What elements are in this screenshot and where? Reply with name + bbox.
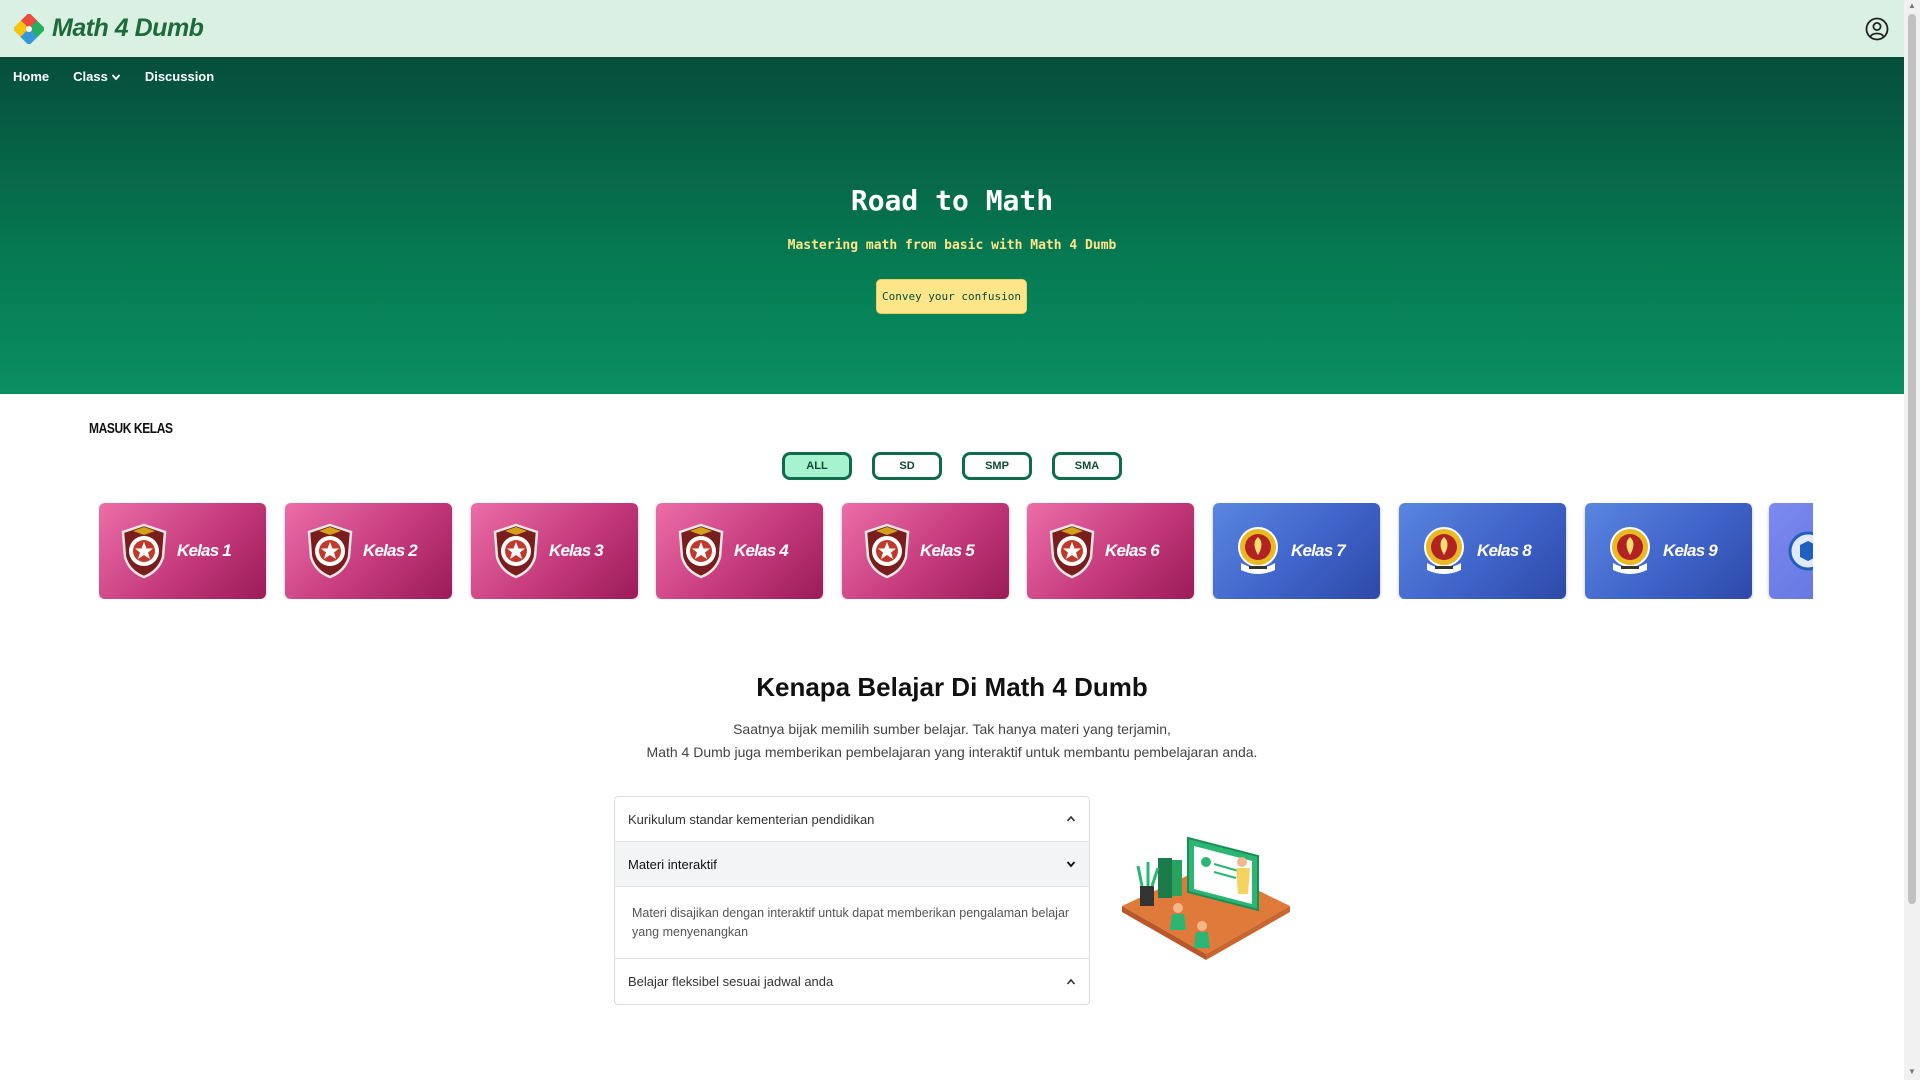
diamond-logo-icon [14,13,44,44]
sd-emblem-icon [864,523,910,579]
class-card-kelas-8[interactable]: Kelas 8 [1399,503,1566,599]
accordion-title: Belajar fleksibel sesuai jadwal anda [628,974,834,989]
accordion-item-materi-interaktif[interactable]: Materi interaktif [615,842,1089,887]
class-card-label: Kelas 3 [549,541,604,560]
nav-home[interactable]: Home [13,69,49,84]
nav-discussion[interactable]: Discussion [145,69,214,84]
chevron-up-icon [1066,978,1076,985]
class-card-label: Kelas 5 [920,541,975,560]
user-circle-icon[interactable] [1864,16,1890,42]
class-card-kelas-7[interactable]: Kelas 7 [1213,503,1380,599]
hero-title: Road to Math [850,184,1054,217]
nav-class[interactable]: Class [73,69,121,84]
top-bar: Math 4 Dumb [0,0,1904,57]
features-accordion: Kurikulum standar kementerian pendidikan… [614,796,1090,1005]
filter-sd-button[interactable]: SD [872,452,942,480]
class-card-label: Kelas 4 [734,541,789,560]
why-title: Kenapa Belajar Di Math 4 Dumb [756,672,1148,702]
accordion-title: Kurikulum standar kementerian pendidikan [628,811,875,827]
sd-emblem-icon [1049,523,1095,579]
class-card-kelas-1[interactable]: Kelas 1 [99,503,266,599]
class-card-kelas-5[interactable]: Kelas 5 [842,503,1009,599]
class-filters: ALL SD SMP SMA [782,452,1122,480]
class-card-label: Kelas 1 [177,541,232,560]
nav-class-label: Class [73,69,108,84]
sd-emblem-icon [121,523,167,579]
class-card-kelas-4[interactable]: Kelas 4 [656,503,823,599]
class-card-label: Kelas 7 [1291,541,1346,560]
chevron-up-icon [1066,815,1076,822]
hero-subtitle: Mastering math from basic with Math 4 Du… [787,238,1117,253]
sd-emblem-icon [678,523,724,579]
hero-section: Home Class Discussion Road to Math Maste… [0,57,1904,394]
accordion-title: Materi interaktif [628,856,717,872]
main-nav: Home Class Discussion [13,69,214,84]
vertical-scrollbar[interactable]: ▲ ▼ [1904,0,1920,1080]
page: Math 4 Dumb Home Class Discussion Road t… [0,0,1920,1080]
class-card-label: Kelas 8 [1477,541,1532,560]
chevron-down-icon [1066,861,1076,868]
accordion-item-kurikulum[interactable]: Kurikulum standar kementerian pendidikan [615,797,1089,842]
sd-emblem-icon [307,523,353,579]
convey-confusion-button[interactable]: Convey your confusion [876,279,1027,314]
why-description-line-2: Math 4 Dumb juga memberikan pembelajaran… [646,744,1258,760]
filter-sma-button[interactable]: SMA [1052,452,1122,480]
accordion-item-belajar-fleksibel[interactable]: Belajar fleksibel sesuai jadwal anda [615,959,1089,1004]
accordion-body-materi-interaktif: Materi disajikan dengan interaktif untuk… [615,887,1089,959]
class-cards-carousel: Kelas 1 Kelas 2 Kelas 3 Kelas 4 Kelas 5 … [99,503,1813,599]
masuk-kelas-heading: MASUK KELAS [89,420,173,437]
sd-emblem-icon [493,523,539,579]
class-card-kelas-10-partial[interactable] [1769,503,1813,599]
scrollbar-thumb[interactable] [1908,14,1916,904]
brand[interactable]: Math 4 Dumb [14,13,204,44]
filter-smp-button[interactable]: SMP [962,452,1032,480]
scroll-down-icon[interactable]: ▼ [1908,1068,1916,1076]
class-card-label: Kelas 9 [1663,541,1718,560]
why-description-line-1: Saatnya bijak memilih sumber belajar. Ta… [733,721,1171,737]
chevron-down-icon [111,73,121,80]
class-card-label: Kelas 6 [1105,541,1160,560]
smp-emblem-icon [1238,527,1278,574]
scroll-up-icon[interactable]: ▲ [1908,2,1916,10]
class-card-kelas-2[interactable]: Kelas 2 [285,503,452,599]
smp-emblem-icon [1610,527,1650,574]
classroom-illustration [1122,836,1290,960]
why-description: Saatnya bijak memilih sumber belajar. Ta… [0,718,1904,764]
class-card-kelas-6[interactable]: Kelas 6 [1027,503,1194,599]
sma-emblem-icon [1788,531,1813,571]
class-card-label: Kelas 2 [363,541,418,560]
class-card-kelas-3[interactable]: Kelas 3 [471,503,638,599]
class-card-kelas-9[interactable]: Kelas 9 [1585,503,1752,599]
brand-name: Math 4 Dumb [52,14,204,42]
filter-all-button[interactable]: ALL [782,452,852,480]
smp-emblem-icon [1424,527,1464,574]
